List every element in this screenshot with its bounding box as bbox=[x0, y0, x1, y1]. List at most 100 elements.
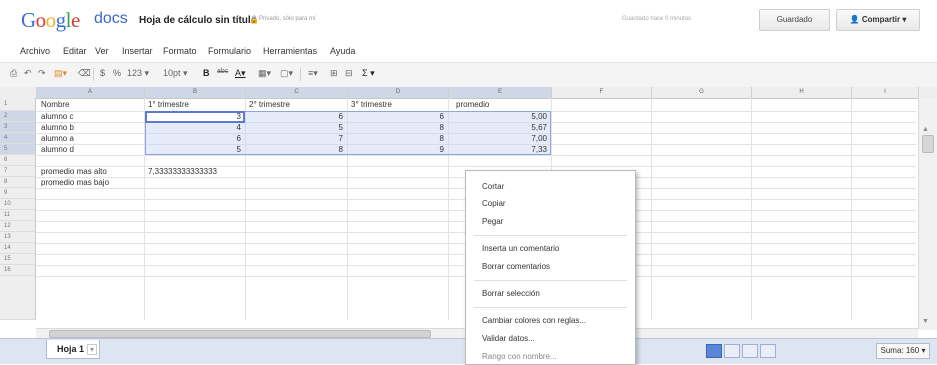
view-list-button[interactable] bbox=[724, 344, 740, 358]
ctx-paste[interactable]: Pegar bbox=[482, 217, 503, 226]
sum-dropdown[interactable]: Suma: 160 ▾ bbox=[876, 343, 930, 359]
text-color-button[interactable]: A▾ bbox=[235, 68, 246, 79]
merge-cells-icon[interactable]: ⊞ bbox=[330, 68, 338, 79]
ctx-cut[interactable]: Cortar bbox=[482, 182, 504, 191]
cell-d4[interactable]: 8 bbox=[348, 134, 444, 144]
font-size-dropdown[interactable]: 10pt ▾ bbox=[163, 68, 188, 79]
align-button[interactable]: ≡▾ bbox=[308, 68, 318, 79]
column-header-h[interactable]: H bbox=[752, 87, 852, 98]
cell-b7[interactable]: 7,33333333333333 bbox=[148, 167, 217, 177]
cell-a1[interactable]: Nombre bbox=[41, 100, 69, 110]
column-header-b[interactable]: B bbox=[145, 87, 246, 98]
row-header-9[interactable]: 9 bbox=[0, 188, 36, 199]
docs-logo-text[interactable]: docs bbox=[94, 10, 128, 28]
cell-a4[interactable]: alumno a bbox=[41, 134, 74, 144]
menu-herramientas[interactable]: Herramientas bbox=[263, 46, 317, 56]
strikethrough-button[interactable]: abc bbox=[217, 68, 228, 75]
horizontal-scroll-thumb[interactable] bbox=[49, 330, 431, 338]
print-icon[interactable]: ⎙ bbox=[10, 68, 17, 79]
ctx-delete-comments[interactable]: Borrar comentarios bbox=[482, 262, 550, 271]
row-header-4[interactable]: 4 bbox=[0, 133, 36, 144]
cell-e5[interactable]: 7,33 bbox=[449, 145, 547, 155]
sheet-tab-menu-icon[interactable]: ▾ bbox=[87, 344, 98, 355]
cell-c3[interactable]: 5 bbox=[246, 123, 343, 133]
menu-formato[interactable]: Formato bbox=[163, 46, 197, 56]
currency-button[interactable]: $ bbox=[100, 68, 105, 78]
google-logo[interactable]: Google bbox=[21, 8, 80, 33]
cell-e3[interactable]: 5,67 bbox=[449, 123, 547, 133]
cell-c2[interactable]: 6 bbox=[246, 112, 343, 122]
column-header-a[interactable]: A bbox=[36, 87, 145, 98]
bold-button[interactable]: B bbox=[203, 68, 210, 78]
cell-b1[interactable]: 1° trimestre bbox=[148, 100, 189, 110]
borders-button[interactable]: ▢▾ bbox=[280, 68, 293, 79]
view-compact-button[interactable] bbox=[742, 344, 758, 358]
column-header-i[interactable]: I bbox=[852, 87, 919, 98]
cell-c4[interactable]: 7 bbox=[246, 134, 343, 144]
menu-ayuda[interactable]: Ayuda bbox=[330, 46, 355, 56]
cell-b4[interactable]: 6 bbox=[145, 134, 241, 144]
row-header-5[interactable]: 5 bbox=[0, 144, 36, 155]
cell-a7[interactable]: promedio mas alto bbox=[41, 167, 107, 177]
column-header-e[interactable]: E bbox=[449, 87, 552, 98]
cell-a8[interactable]: promedio mas bajo bbox=[41, 178, 109, 188]
cell-b2[interactable]: 3 bbox=[145, 112, 241, 122]
row-header-11[interactable]: 11 bbox=[0, 210, 36, 221]
wrap-text-icon[interactable]: ⊟ bbox=[345, 68, 353, 79]
paint-format-icon[interactable]: ▤▾ bbox=[54, 68, 67, 79]
row-header-3[interactable]: 3 bbox=[0, 122, 36, 133]
menu-editar[interactable]: Editar bbox=[63, 46, 87, 56]
number-format-dropdown[interactable]: 123 ▾ bbox=[127, 68, 149, 79]
share-button[interactable]: 👤 Compartir ▾ bbox=[836, 9, 920, 31]
ctx-delete-selection[interactable]: Borrar selección bbox=[482, 289, 540, 298]
row-header-16[interactable]: 16 bbox=[0, 265, 36, 276]
column-header-g[interactable]: G bbox=[652, 87, 752, 98]
column-header-f[interactable]: F bbox=[552, 87, 652, 98]
cell-a5[interactable]: alumno d bbox=[41, 145, 74, 155]
view-fullscreen-button[interactable] bbox=[760, 344, 776, 358]
percent-button[interactable]: % bbox=[113, 68, 121, 78]
document-title[interactable]: Hoja de cálculo sin título bbox=[139, 15, 257, 26]
row-header-13[interactable]: 13 bbox=[0, 232, 36, 243]
vertical-scroll-thumb[interactable] bbox=[922, 135, 934, 153]
ctx-copy[interactable]: Copiar bbox=[482, 199, 506, 208]
cell-b5[interactable]: 5 bbox=[145, 145, 241, 155]
scroll-up-icon[interactable]: ▲ bbox=[922, 126, 929, 133]
cell-a3[interactable]: alumno b bbox=[41, 123, 74, 133]
cell-b3[interactable]: 4 bbox=[145, 123, 241, 133]
undo-icon[interactable]: ↶ bbox=[24, 68, 32, 79]
ctx-insert-comment[interactable]: Inserta un comentario bbox=[482, 244, 559, 253]
sum-button[interactable]: Σ ▾ bbox=[362, 68, 375, 79]
column-header-c[interactable]: C bbox=[246, 87, 348, 98]
cell-e2[interactable]: 5,00 bbox=[449, 112, 547, 122]
cell-c5[interactable]: 8 bbox=[246, 145, 343, 155]
redo-icon[interactable]: ↷ bbox=[38, 68, 46, 79]
ctx-validate-data[interactable]: Validar datos... bbox=[482, 334, 535, 343]
menu-formulario[interactable]: Formulario bbox=[208, 46, 251, 56]
menu-insertar[interactable]: Insertar bbox=[122, 46, 153, 56]
menu-ver[interactable]: Ver bbox=[95, 46, 109, 56]
row-header-8[interactable]: 8 bbox=[0, 177, 36, 188]
row-header-6[interactable]: 6 bbox=[0, 155, 36, 166]
sheet-tab[interactable]: Hoja 1 ▾ bbox=[46, 340, 100, 359]
menu-archivo[interactable]: Archivo bbox=[20, 46, 50, 56]
cell-d2[interactable]: 6 bbox=[348, 112, 444, 122]
row-header-2[interactable]: 2 bbox=[0, 111, 36, 122]
cell-a2[interactable]: alumno c bbox=[41, 112, 73, 122]
saved-button[interactable]: Guardado bbox=[759, 9, 830, 31]
cell-d3[interactable]: 8 bbox=[348, 123, 444, 133]
scroll-down-icon[interactable]: ▼ bbox=[922, 318, 929, 325]
row-header-1[interactable]: 1 bbox=[0, 98, 36, 111]
row-header-10[interactable]: 10 bbox=[0, 199, 36, 210]
row-header-14[interactable]: 14 bbox=[0, 243, 36, 254]
cell-d1[interactable]: 3° trimestre bbox=[351, 100, 392, 110]
corner-cell[interactable] bbox=[0, 87, 37, 98]
ctx-change-colors[interactable]: Cambiar colores con reglas... bbox=[482, 316, 586, 325]
clear-format-icon[interactable]: ⌫ bbox=[78, 68, 91, 79]
cell-e1[interactable]: promedio bbox=[456, 100, 489, 110]
row-header-15[interactable]: 15 bbox=[0, 254, 36, 265]
row-header-12[interactable]: 12 bbox=[0, 221, 36, 232]
cell-c1[interactable]: 2° trimestre bbox=[249, 100, 290, 110]
row-header-7[interactable]: 7 bbox=[0, 166, 36, 177]
ctx-more[interactable]: Rango con nombre... bbox=[482, 352, 557, 361]
